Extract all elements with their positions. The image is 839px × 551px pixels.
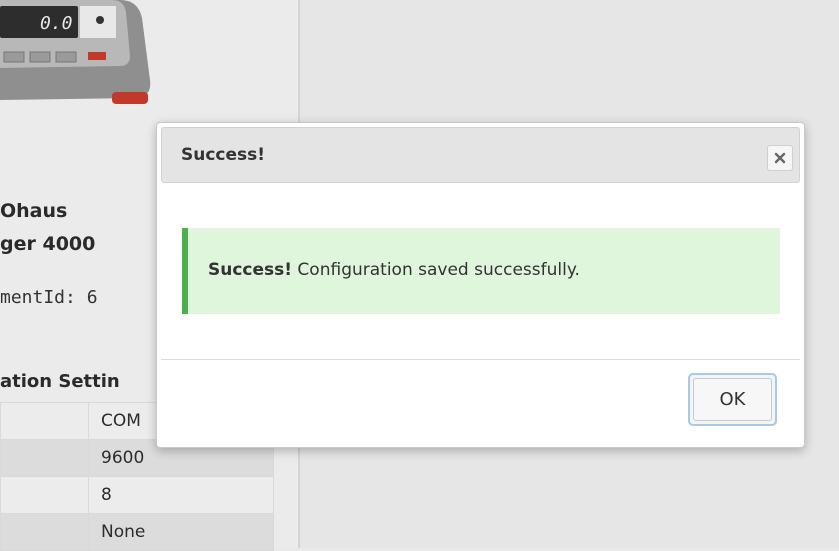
settings-heading: ation Settin	[0, 371, 120, 392]
table-row: None	[0, 513, 274, 551]
modal-divider	[161, 359, 800, 360]
setting-key	[0, 476, 89, 514]
setting-key	[0, 513, 89, 551]
close-icon	[774, 152, 786, 164]
success-alert: Success! Configuration saved successfull…	[182, 228, 780, 314]
ok-button-label: OK	[693, 378, 772, 421]
instrument-id-label: mentId: 6	[0, 287, 98, 308]
success-modal: Success! Success! Configuration saved su…	[156, 122, 805, 448]
alert-message: Configuration saved successfully.	[292, 260, 580, 280]
modal-header: Success!	[161, 127, 800, 183]
alert-strong-label: Success!	[208, 260, 293, 280]
setting-value: None	[88, 513, 274, 551]
setting-key	[0, 402, 89, 440]
device-display-text: 0.0	[40, 13, 73, 34]
scale-device-image: 0.0	[0, 0, 151, 104]
ok-button[interactable]: OK	[688, 373, 777, 426]
alert-text: Success! Configuration saved successfull…	[208, 260, 580, 280]
close-button[interactable]	[767, 145, 793, 171]
table-row: 8	[0, 476, 274, 514]
setting-value: 8	[88, 476, 274, 514]
model-label: ger 4000	[0, 233, 96, 255]
modal-title: Success!	[181, 145, 266, 165]
setting-key	[0, 439, 89, 477]
manufacturer-label: Ohaus	[0, 200, 68, 222]
